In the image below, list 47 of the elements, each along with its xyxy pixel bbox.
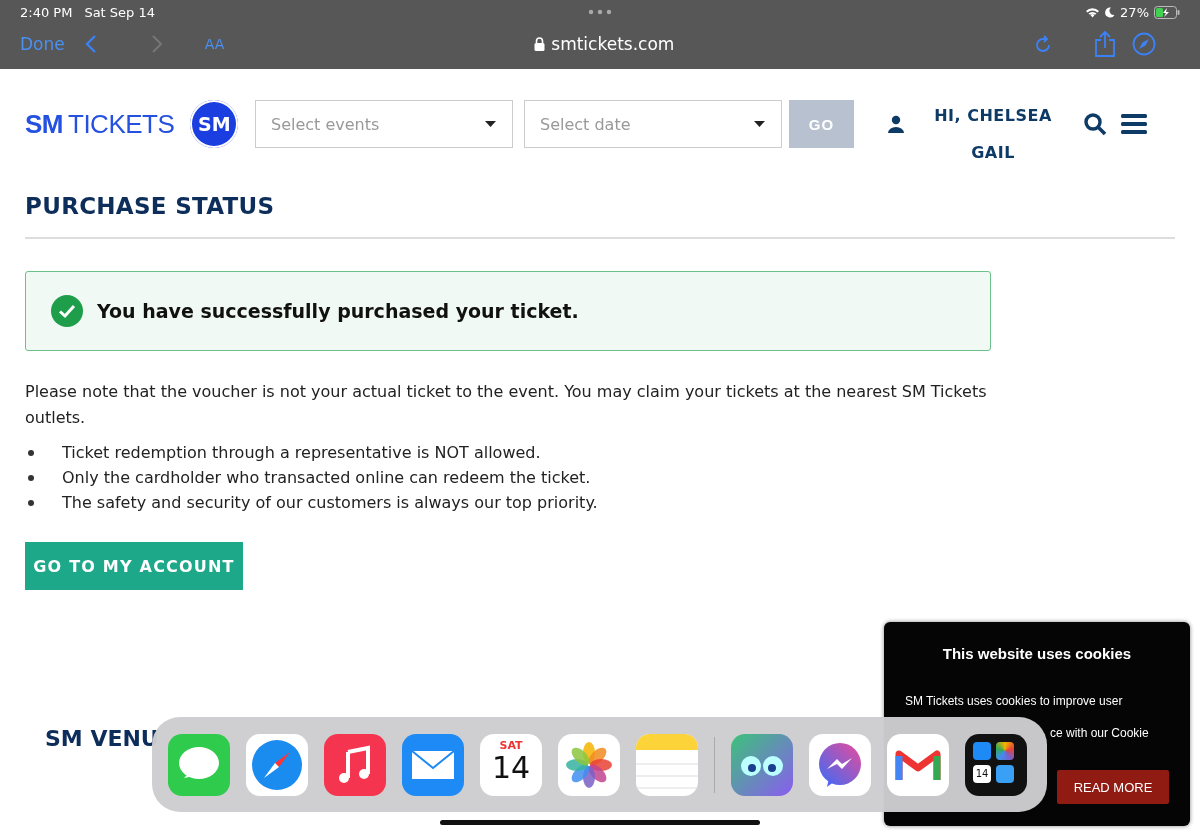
app-folder-icon[interactable]: 14 xyxy=(965,733,1027,796)
envelope-icon[interactable] xyxy=(402,733,464,796)
compass-icon[interactable] xyxy=(1132,32,1157,56)
more-icon[interactable] xyxy=(588,9,612,15)
calendar-icon[interactable]: SAT 14 xyxy=(480,733,542,796)
owl-icon[interactable] xyxy=(731,733,793,796)
status-date: Sat Sep 14 xyxy=(84,4,155,20)
search-icon[interactable] xyxy=(1083,112,1107,136)
reload-icon[interactable] xyxy=(1034,34,1053,54)
moon-icon xyxy=(1105,6,1116,18)
lock-icon xyxy=(534,37,546,51)
logo-badge[interactable]: SM xyxy=(190,100,239,148)
read-more-button[interactable]: READ MORE xyxy=(1057,770,1169,804)
bullet-icon xyxy=(28,449,34,456)
share-icon[interactable] xyxy=(1094,31,1117,57)
section-heading: SM VENU xyxy=(45,726,159,751)
caret-icon xyxy=(754,121,765,127)
address-bar[interactable]: smtickets.com xyxy=(551,34,675,54)
battery-icon xyxy=(1154,5,1180,19)
logo-text[interactable]: SM TICKETS xyxy=(25,108,175,140)
user-greeting[interactable]: HI, CHELSEA xyxy=(934,106,1052,125)
bullet-text: Ticket redemption through a representative is NOT allowed. xyxy=(62,443,541,462)
battery-percent: 27% xyxy=(1120,4,1149,20)
status-time: 2:40 PM xyxy=(20,4,73,20)
user-icon[interactable] xyxy=(887,115,905,133)
page-title: PURCHASE STATUS xyxy=(25,193,275,219)
back-icon[interactable] xyxy=(84,34,97,54)
music-note-icon[interactable] xyxy=(324,733,386,796)
voucher-note: Please note that the voucher is not your actual ticket to the event. You may claim your tickets at the nearest SM Tickets outlets. xyxy=(25,381,988,429)
success-message: You have successfully purchased your ticket. xyxy=(97,300,579,322)
chat-bolt-icon[interactable] xyxy=(809,733,871,796)
cookie-text: SM Tickets uses cookies to improve user xyxy=(905,694,1123,708)
check-circle-icon xyxy=(51,295,83,327)
speech-bubble-icon[interactable] xyxy=(168,733,230,796)
cookie-text: ce with our Cookie xyxy=(1050,726,1149,740)
envelope-m-icon[interactable] xyxy=(887,733,949,796)
bullet-icon xyxy=(28,474,34,481)
user-greeting[interactable]: GAIL xyxy=(971,143,1015,162)
wifi-icon xyxy=(1085,6,1101,18)
flower-icon[interactable] xyxy=(558,733,620,796)
cookie-title: This website uses cookies xyxy=(941,645,1133,662)
bullet-text: The safety and security of our customers is always our top priority. xyxy=(62,493,598,512)
bullet-icon xyxy=(28,499,34,506)
bullet-text: Only the cardholder who transacted online can redeem the ticket. xyxy=(62,468,591,487)
caret-icon xyxy=(485,121,496,127)
compass-icon[interactable] xyxy=(246,733,308,796)
menu-icon[interactable] xyxy=(1121,114,1147,134)
